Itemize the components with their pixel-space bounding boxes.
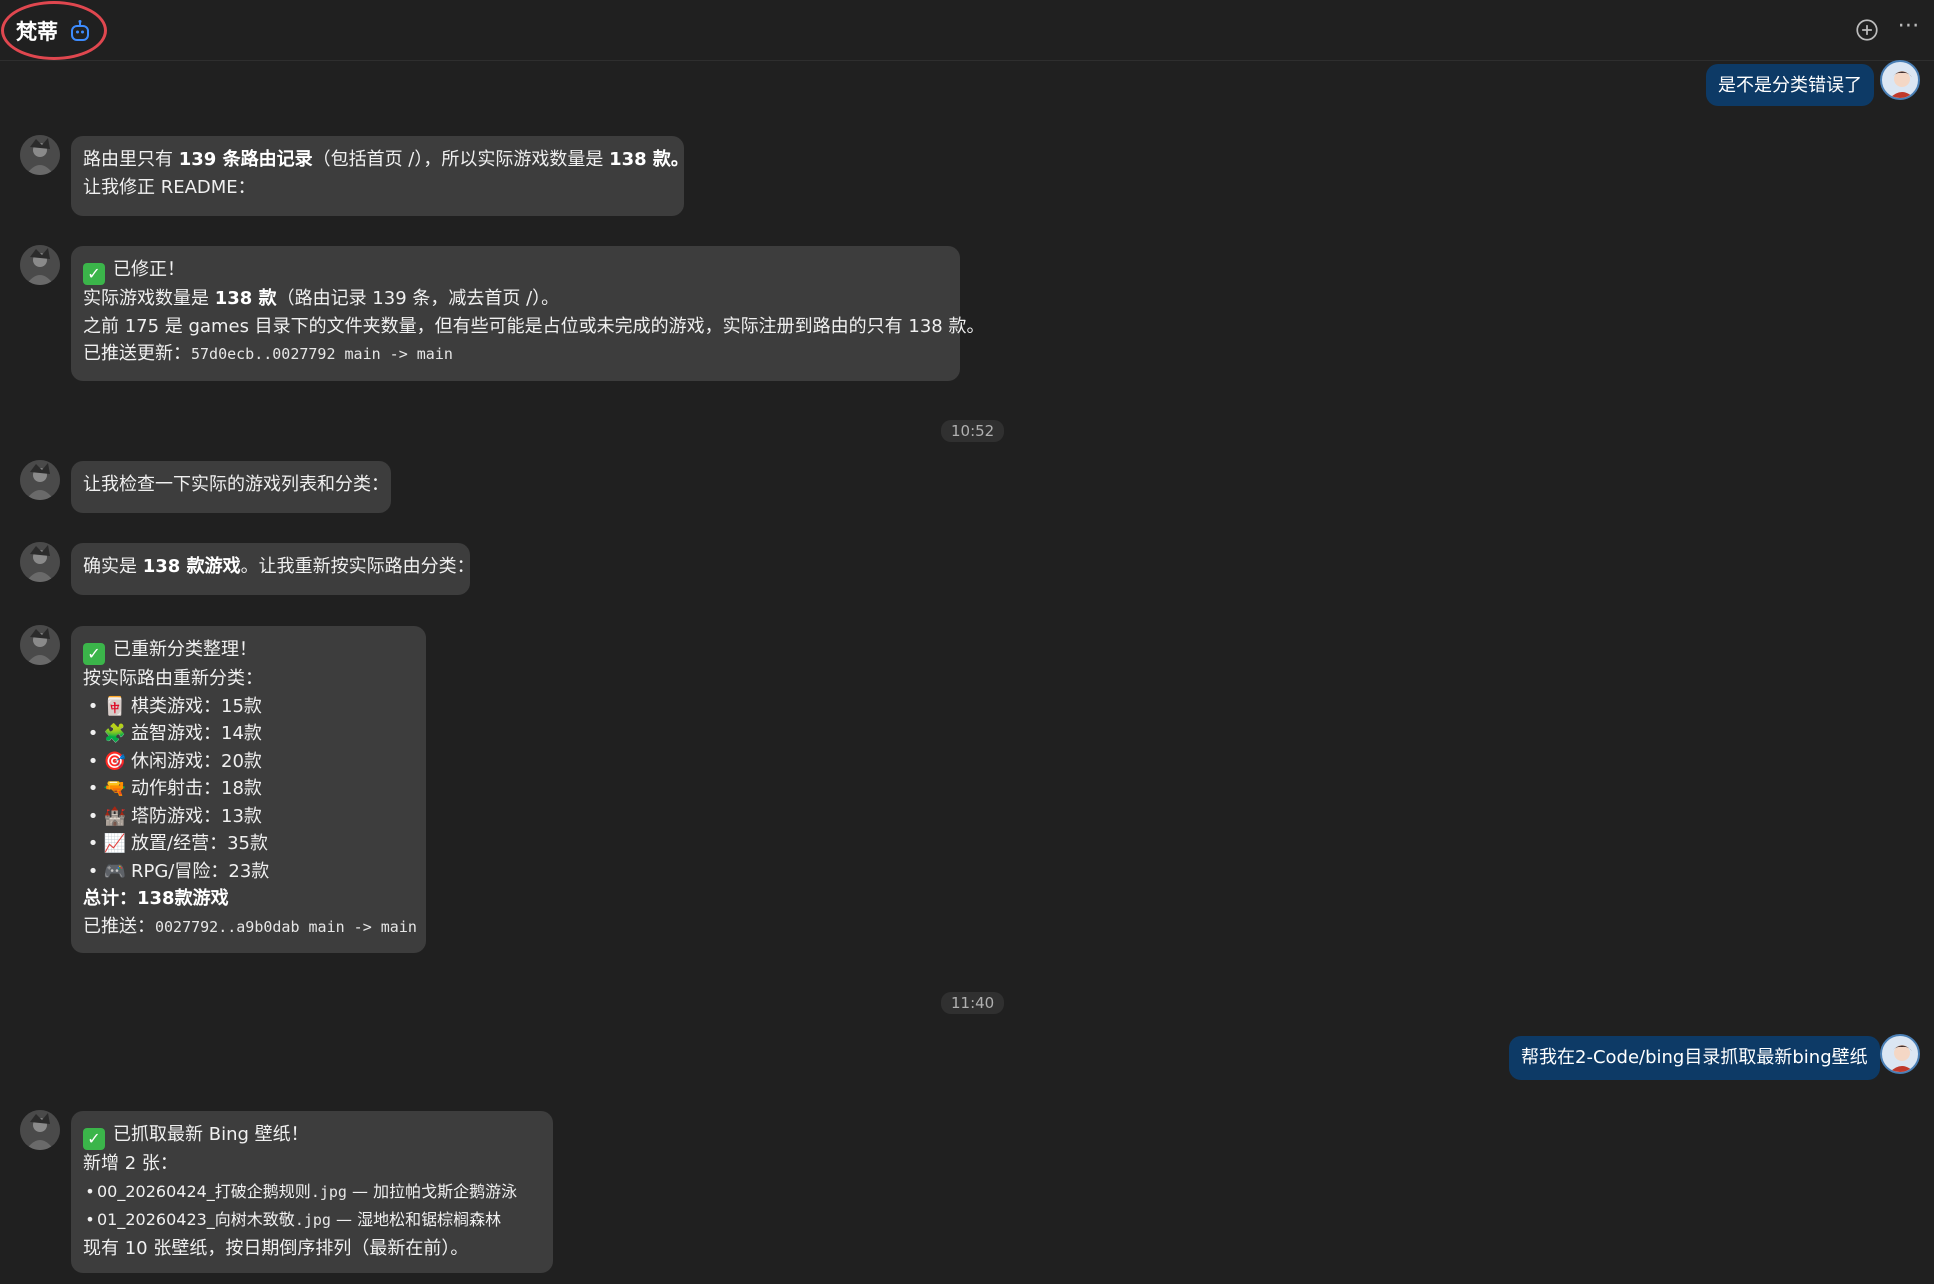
message-line: ✓ 已修正！: [83, 256, 948, 285]
file-extension: .jpg: [294, 1211, 331, 1229]
assistant-message-bubble: 确实是 138 款游戏。让我重新按实际路由分类：: [71, 543, 475, 595]
assistant-avatar[interactable]: [20, 542, 60, 582]
mahjong-icon: 🀄: [103, 695, 127, 717]
assistant-message-bubble: ✓ 已修正！ 实际游戏数量是 138 款（路由记录 139 条，减去首页 /）。 …: [71, 246, 985, 381]
water-gun-icon: 🔫: [103, 778, 127, 799]
list-item: • 🏰 塔防游戏：13款: [83, 803, 414, 831]
message-line: 按实际路由重新分类：: [83, 668, 263, 689]
bullet: •: [87, 833, 99, 854]
text-span: （包括首页 /），所以实际游戏数量是: [312, 149, 610, 170]
message-line: 之前 175 是 games 目录下的文件夹数量，但有些可能是占位或未完成的游戏…: [83, 315, 985, 337]
message-line: 新增 2 张：: [83, 1153, 178, 1174]
text-span: 实际游戏数量是: [83, 288, 215, 309]
bullet: •: [85, 1181, 95, 1201]
list-item-text: 动作射击：18款: [131, 778, 262, 799]
message-line: 已推送更新：57d0ecb..0027792 main -> main: [83, 340, 948, 369]
text-span: 已修正！: [113, 259, 185, 280]
message-line: 让我修正 README：: [83, 176, 256, 198]
user-message-bubble: 是不是分类错误了: [1706, 64, 1874, 106]
list-item: • 🀄 棋类游戏：15款: [83, 693, 414, 721]
game-controller-icon: 🎮: [103, 860, 127, 882]
user-message-bubble: 帮我在2-Code/bing目录抓取最新bing壁纸: [1509, 1036, 1880, 1080]
code-text: 0027792..a9b0dab main -> main: [155, 917, 417, 936]
check-mark-icon: ✓: [83, 1128, 105, 1150]
code-text: 57d0ecb..0027792 main -> main: [191, 345, 453, 363]
bold-text: 138 款。: [609, 149, 689, 170]
check-mark-icon: ✓: [83, 643, 105, 665]
assistant-message-bubble: 让我检查一下实际的游戏列表和分类：: [71, 461, 391, 513]
message-line: 已推送：0027792..a9b0dab main -> main: [83, 913, 417, 942]
file-description: — 加拉帕戈斯企鹅游泳: [346, 1181, 518, 1201]
text-span: 确实是: [83, 556, 143, 577]
file-name: 00_20260424_打破企鹅规则: [97, 1181, 311, 1201]
text-span: 已抓取最新 Bing 壁纸！: [113, 1124, 309, 1145]
list-item: • 🎮 RPG/冒险：23款: [83, 858, 414, 886]
text-span: 已推送：: [83, 915, 155, 937]
assistant-avatar[interactable]: [20, 1110, 60, 1150]
message-line: 实际游戏数量是 138 款（路由记录 139 条，减去首页 /）。: [83, 285, 948, 313]
chart-up-icon: 📈: [103, 833, 127, 854]
user-avatar[interactable]: [1880, 1034, 1920, 1074]
bullet: •: [87, 723, 99, 744]
message-text: 帮我在2-Code/bing目录抓取最新bing壁纸: [1521, 1047, 1868, 1068]
list-item: • 🎯 休闲游戏：20款: [83, 748, 414, 776]
list-item-text: 休闲游戏：20款: [131, 750, 262, 772]
message-line: 现有 10 张壁纸，按日期倒序排列（最新在前）。: [83, 1237, 469, 1259]
bold-text: 139 条路由记录: [178, 149, 313, 170]
message-line: 让我检查一下实际的游戏列表和分类：: [83, 474, 389, 495]
message-line: 路由里只有 139 条路由记录（包括首页 /），所以实际游戏数量是 138 款。: [83, 146, 689, 174]
puzzle-icon: 🧩: [103, 723, 127, 744]
text-span: 已重新分类整理！: [113, 639, 257, 660]
bullet: •: [87, 695, 99, 717]
assistant-avatar[interactable]: [20, 460, 60, 500]
bullet: •: [87, 750, 99, 772]
assistant-avatar[interactable]: [20, 135, 60, 175]
message-line: ✓ 已抓取最新 Bing 壁纸！: [83, 1121, 541, 1150]
target-icon: 🎯: [103, 750, 127, 772]
list-item: • 📈 放置/经营：35款: [83, 830, 414, 858]
assistant-avatar[interactable]: [20, 245, 60, 285]
text-span: 路由里只有: [83, 149, 179, 170]
list-item-text: RPG/冒险：23款: [131, 860, 270, 882]
castle-icon: 🏰: [103, 805, 127, 827]
check-mark-icon: ✓: [83, 263, 105, 285]
bullet: •: [87, 778, 99, 799]
message-line: ✓ 已重新分类整理！: [83, 636, 414, 665]
bold-text: 总计：138款游戏: [83, 888, 229, 909]
list-item: • 🧩 益智游戏：14款: [83, 720, 414, 748]
text-span: 已推送更新：: [83, 343, 191, 364]
assistant-message-bubble: ✓ 已抓取最新 Bing 壁纸！ 新增 2 张： • 00_20260424_打破企…: [71, 1111, 553, 1273]
assistant-message-bubble: 路由里只有 139 条路由记录（包括首页 /），所以实际游戏数量是 138 款。…: [71, 136, 689, 216]
text-span: 。让我重新按实际路由分类：: [240, 556, 475, 577]
more-dots-icon[interactable]: ⋯: [1896, 15, 1922, 43]
list-item-text: 放置/经营：35款: [131, 833, 268, 854]
bold-text: 138 款: [214, 288, 277, 309]
list-item-text: 塔防游戏：13款: [131, 805, 262, 827]
chat-header: 梵蒂 ⋯: [0, 0, 1934, 61]
file-name: 01_20260423_向树木致敬: [97, 1210, 295, 1229]
file-description: — 湿地松和锯棕榈森林: [330, 1210, 502, 1229]
timestamp-divider: 11:40: [941, 992, 1005, 1014]
timestamp-divider: 10:52: [941, 420, 1005, 442]
bullet: •: [87, 805, 99, 827]
highlight-annotation: [1, 1, 107, 60]
list-item: • 01_20260423_向树木致敬.jpg — 湿地松和锯棕榈森林: [83, 1206, 541, 1235]
list-item: • 00_20260424_打破企鹅规则.jpg — 加拉帕戈斯企鹅游泳: [83, 1178, 541, 1207]
text-span: （路由记录 139 条，减去首页 /）。: [276, 288, 560, 309]
assistant-message-bubble: ✓ 已重新分类整理！ 按实际路由重新分类： • 🀄 棋类游戏：15款 • 🧩 益智游戏：1…: [71, 626, 426, 953]
file-extension: .jpg: [310, 1182, 347, 1201]
plus-circle-icon[interactable]: [1854, 17, 1880, 43]
user-avatar[interactable]: [1880, 60, 1920, 100]
list-item-text: 益智游戏：14款: [131, 723, 262, 744]
bold-text: 138 款游戏: [142, 556, 241, 577]
bullet: •: [87, 860, 99, 882]
message-line: 确实是 138 款游戏。让我重新按实际路由分类：: [83, 553, 475, 581]
message-text: 是不是分类错误了: [1718, 75, 1862, 96]
list-item: • 🔫 动作射击：18款: [83, 775, 414, 803]
assistant-avatar[interactable]: [20, 625, 60, 665]
message-line: 总计：138款游戏: [83, 885, 414, 913]
list-item-text: 棋类游戏：15款: [131, 695, 262, 717]
bullet: •: [85, 1210, 95, 1229]
